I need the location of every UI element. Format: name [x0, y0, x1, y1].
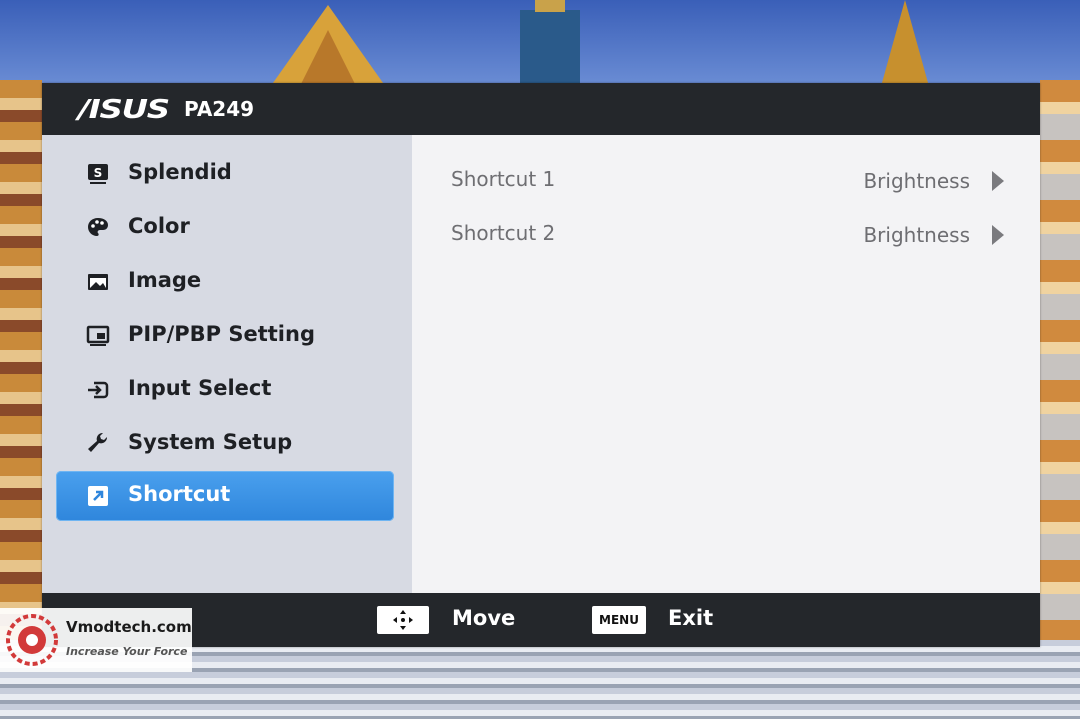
menu-key: MENU — [592, 606, 646, 634]
image-icon — [88, 274, 108, 290]
sidebar-item-pip-pbp[interactable]: PIP/PBP Setting — [56, 311, 394, 361]
osd-header: /ISUS PA249 — [42, 83, 1040, 135]
background-tower — [520, 0, 580, 90]
sidebar-item-system-setup[interactable]: System Setup — [56, 419, 394, 469]
setting-row-shortcut-2[interactable]: Shortcut 2 Brightness — [412, 215, 1040, 255]
watermark: Vmodtech.com Increase Your Force — [0, 608, 192, 672]
sidebar-item-label: Input Select — [128, 376, 272, 400]
move-key — [377, 606, 429, 634]
sidebar-item-image[interactable]: Image — [56, 257, 394, 307]
sidebar-item-label: PIP/PBP Setting — [128, 322, 315, 346]
setting-row-shortcut-1[interactable]: Shortcut 1 Brightness — [412, 161, 1040, 201]
watermark-tagline: Increase Your Force — [66, 645, 188, 658]
sidebar-item-label: Shortcut — [128, 482, 231, 506]
sidebar-item-label: Color — [128, 214, 190, 238]
arrow-right-icon — [992, 225, 1004, 245]
sidebar-item-input-select[interactable]: Input Select — [56, 365, 394, 415]
move-icon — [393, 610, 413, 630]
background-left — [0, 80, 42, 640]
shortcut-icon — [88, 486, 108, 506]
background-stupa — [880, 0, 930, 90]
sidebar-item-label: Image — [128, 268, 202, 292]
splendid-icon: S — [88, 164, 108, 184]
input-icon — [88, 381, 109, 399]
watermark-site: Vmodtech.com — [66, 618, 192, 636]
content-panel: Shortcut 1 Brightness Shortcut 2 Brightn… — [412, 135, 1040, 593]
setting-value: Brightness — [863, 169, 970, 193]
sidebar-item-splendid[interactable]: S Splendid — [56, 149, 394, 199]
background-right — [1040, 80, 1080, 640]
brand-logo: /ISUS — [78, 95, 170, 125]
sidebar-item-shortcut[interactable]: Shortcut — [56, 471, 394, 521]
sidebar-item-label: Splendid — [128, 160, 232, 184]
arrow-right-icon — [992, 171, 1004, 191]
sidebar: S Splendid Color Image PIP/PBP Setting I… — [42, 135, 412, 593]
svg-text:S: S — [94, 166, 103, 180]
sidebar-item-label: System Setup — [128, 430, 293, 454]
setting-label: Shortcut 1 — [451, 167, 556, 191]
model-name: PA249 — [184, 97, 255, 121]
move-label: Move — [452, 606, 516, 630]
background-temple — [268, 5, 388, 90]
osd-menu: /ISUS PA249 S Splendid Color Image PIP/P… — [42, 83, 1040, 647]
exit-label: Exit — [668, 606, 714, 630]
wrench-icon — [88, 432, 108, 452]
watermark-seal-icon — [6, 614, 58, 666]
setting-value: Brightness — [863, 223, 970, 247]
pip-icon — [86, 325, 110, 346]
sidebar-item-color[interactable]: Color — [56, 203, 394, 253]
setting-label: Shortcut 2 — [451, 221, 556, 245]
palette-icon — [88, 218, 108, 236]
